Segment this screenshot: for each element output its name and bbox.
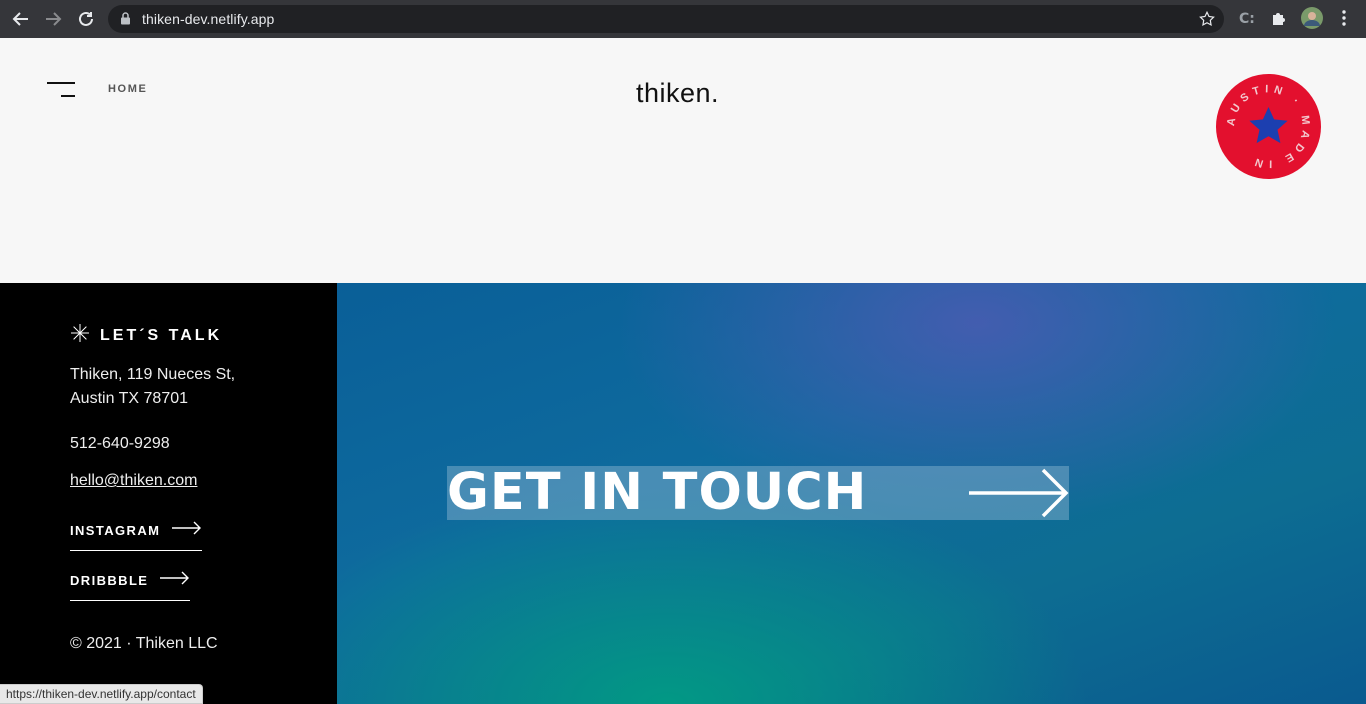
browser-chrome: thiken-dev.netlify.app C:	[0, 0, 1366, 38]
puzzle-icon[interactable]	[1270, 9, 1288, 32]
address-bar[interactable]: thiken-dev.netlify.app	[108, 5, 1224, 33]
extension-icon[interactable]: C:	[1238, 9, 1256, 32]
sparkle-icon	[70, 323, 90, 348]
dribbble-label: DRIBBBLE	[70, 573, 149, 588]
cta-panel: GET IN TOUCH	[337, 283, 1366, 704]
instagram-link[interactable]: INSTAGRAM	[70, 521, 203, 551]
back-icon[interactable]	[10, 8, 32, 30]
forward-icon[interactable]	[42, 8, 64, 30]
contact-panel: LET´S TALK Thiken, 119 Nueces St, Austin…	[0, 283, 337, 704]
made-in-austin-badge: AUSTIN · MADE IN	[1216, 74, 1321, 179]
address: Thiken, 119 Nueces St, Austin TX 78701	[70, 363, 235, 411]
status-bar-url: https://thiken-dev.netlify.app/contact	[0, 684, 203, 704]
hamburger-menu-icon[interactable]	[47, 82, 77, 98]
address-line-2: Austin TX 78701	[70, 390, 189, 407]
arrow-right-large-icon	[967, 466, 1069, 525]
arrow-right-icon	[172, 521, 202, 540]
svg-text:C:: C:	[1239, 11, 1255, 27]
url-text[interactable]: thiken-dev.netlify.app	[142, 11, 274, 27]
email-link[interactable]: hello@thiken.com	[70, 472, 197, 490]
bookmark-star-icon[interactable]	[1198, 10, 1216, 33]
get-in-touch-label: GET IN TOUCH	[447, 463, 868, 522]
address-line-1: Thiken, 119 Nueces St,	[70, 366, 236, 383]
lock-icon	[120, 12, 131, 30]
phone-link[interactable]: 512-640-9298	[70, 435, 170, 453]
site-logo[interactable]: thiken.	[636, 78, 719, 109]
nav-home-link[interactable]: HOME	[108, 83, 147, 95]
copyright-text: © 2021 · Thiken LLC	[70, 635, 218, 652]
menu-kebab-icon[interactable]	[1336, 9, 1352, 32]
instagram-label: INSTAGRAM	[70, 523, 161, 538]
dribbble-link[interactable]: DRIBBBLE	[70, 571, 191, 601]
reload-icon[interactable]	[75, 8, 97, 30]
arrow-right-icon	[160, 571, 190, 590]
site-header: HOME thiken. AUSTIN · MADE IN	[0, 38, 1366, 283]
lets-talk-heading: LET´S TALK	[70, 323, 222, 348]
profile-avatar[interactable]	[1301, 7, 1323, 34]
lets-talk-label: LET´S TALK	[100, 326, 223, 344]
get-in-touch-button[interactable]: GET IN TOUCH	[447, 466, 1069, 520]
